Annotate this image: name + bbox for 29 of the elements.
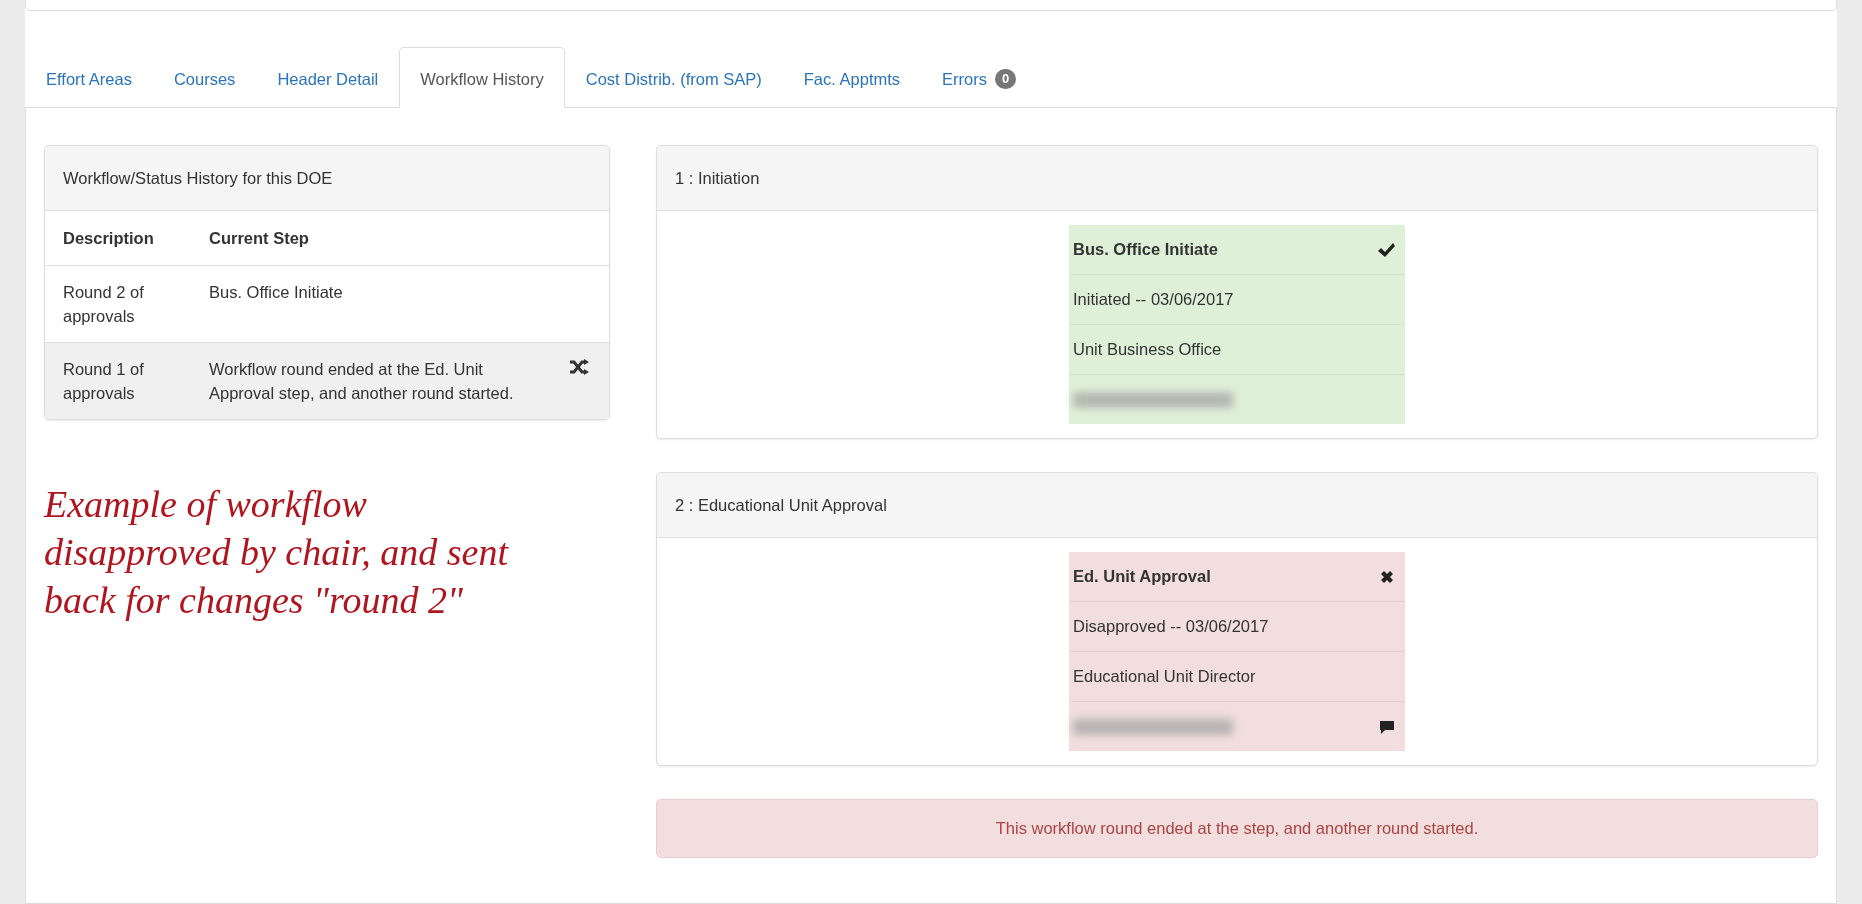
tab[interactable]: Header Detail: [256, 47, 400, 108]
close-icon: [1379, 568, 1395, 585]
step-action: Disapproved -- 03/06/2017: [1073, 617, 1269, 636]
table-cell: Bus. Office Initiate: [191, 265, 569, 343]
tab[interactable]: Fac. Apptmts: [782, 47, 922, 108]
tab[interactable]: Errors 0: [921, 47, 1038, 108]
panel-title: 1 : Initiation: [657, 146, 1817, 211]
panel-title: Workflow/Status History for this DOE: [45, 146, 609, 211]
table-cell: Round 2 of approvals: [45, 265, 191, 343]
step-role: Unit Business Office: [1073, 340, 1222, 359]
comment-icon: [1379, 718, 1395, 735]
count-badge: 0: [995, 69, 1017, 89]
table-cell: Workflow round ended at the Ed. Unit Approval step, and another round started.: [191, 342, 569, 419]
table-cell: Round 1 of approvals: [45, 342, 191, 419]
column-header: Current Step: [191, 211, 569, 266]
tab[interactable]: Courses: [152, 47, 257, 108]
column-header: Description: [45, 211, 191, 266]
panel-title: 2 : Educational Unit Approval: [657, 473, 1817, 538]
annotation-text: Example of workflow disapproved by chair, and sent back for changes "round 2": [44, 482, 510, 623]
tab[interactable]: Effort Areas: [25, 47, 153, 108]
step-role: Educational Unit Director: [1073, 667, 1256, 686]
step-action: Initiated -- 03/06/2017: [1073, 290, 1234, 309]
tab[interactable]: Cost Distrib. (from SAP): [564, 47, 783, 108]
tab[interactable]: Workflow History: [399, 47, 565, 108]
check-icon: [1377, 241, 1395, 258]
shuffle-icon: [569, 359, 589, 375]
step-name: Bus. Office Initiate: [1073, 240, 1218, 259]
alert-message: This workflow round ended at the step, and another round started.: [656, 799, 1818, 858]
step-name: Ed. Unit Approval: [1073, 567, 1211, 586]
